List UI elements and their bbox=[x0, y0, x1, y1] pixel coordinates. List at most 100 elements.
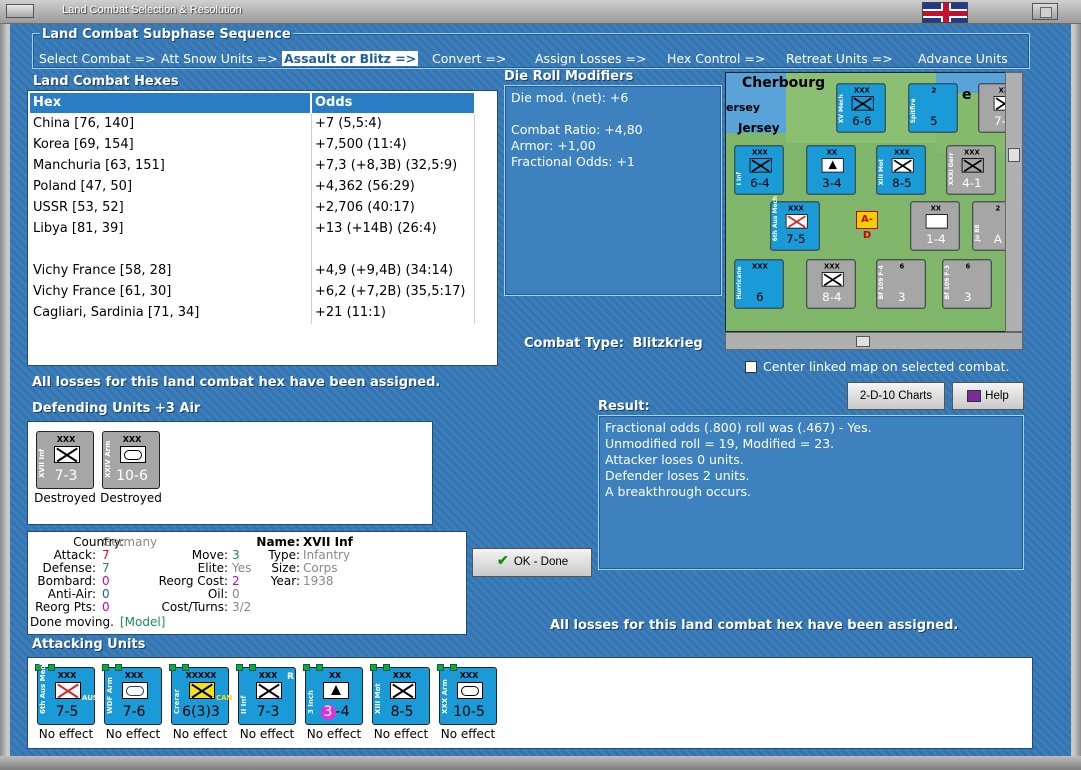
map-label: Cherbourg bbox=[742, 75, 826, 91]
defense-label: Defense: bbox=[42, 561, 96, 575]
linked-map[interactable]: Cherbourg ersey Jersey Lo e XXXXV Mech6-… bbox=[725, 72, 1023, 332]
subphase-title: Land Combat Subphase Sequence bbox=[40, 27, 293, 42]
map-counter[interactable]: XXX XV Mech 6-6 bbox=[836, 83, 886, 133]
attacking-units-box: XXX 6th Aus Mech AUS 7-5 No effect XXX W… bbox=[27, 657, 1033, 749]
subphase-steps: Select Combat => Att Snow Units => Assau… bbox=[36, 51, 1030, 67]
map-vertical-scroll-thumb[interactable] bbox=[1008, 148, 1020, 162]
step-assign-losses[interactable]: Assign Losses => bbox=[535, 51, 646, 66]
result-line: A breakthrough occurs. bbox=[605, 484, 751, 499]
defending-unit-counter[interactable]: XXX XVII Inf 7-3 bbox=[36, 431, 94, 489]
attacking-unit-status: No effect bbox=[105, 727, 161, 741]
drm-line: Armor: +1,00 bbox=[511, 138, 596, 153]
model-link[interactable]: [Model] bbox=[120, 615, 165, 629]
result-line: Fractional odds (.800) roll was (.467) -… bbox=[605, 420, 872, 435]
land-combat-hexes-title: Land Combat Hexes bbox=[33, 74, 179, 89]
center-linked-map-checkbox[interactable] bbox=[745, 361, 757, 373]
step-att-snow-units[interactable]: Att Snow Units => bbox=[161, 51, 278, 66]
done-moving-label: Done moving. bbox=[30, 615, 114, 629]
defending-units-title: Defending Units +3 Air bbox=[32, 401, 201, 416]
attacking-unit-counter[interactable]: XXX XIII Mot 8-5 bbox=[370, 664, 430, 725]
help-book-icon bbox=[967, 389, 982, 402]
attacking-unit-status: No effect bbox=[373, 727, 429, 741]
step-assault-or-blitz[interactable]: Assault or Blitz => bbox=[282, 51, 419, 66]
defending-unit-counter[interactable]: XXX XXIV Arm 10-6 bbox=[102, 431, 160, 489]
col-header-odds[interactable]: Odds bbox=[312, 93, 475, 113]
attacking-unit-counter[interactable]: XXXXX Crerar CAN 6(3)3 bbox=[169, 664, 232, 725]
step-convert[interactable]: Convert => bbox=[432, 51, 506, 66]
elite-label: Elite: bbox=[197, 561, 228, 575]
year-value: 1938 bbox=[303, 574, 334, 588]
attacking-unit-counter[interactable]: XXX XXX Arm 10-5 bbox=[437, 664, 497, 725]
step-select-combat[interactable]: Select Combat => bbox=[39, 51, 156, 66]
title-bar[interactable]: Land Combat Selection & Resolution bbox=[0, 0, 1081, 24]
attacking-unit-status: No effect bbox=[239, 727, 295, 741]
land-combat-hexes-table[interactable]: Hex Odds China [76, 140] +7 (5,5:4) Korea… bbox=[27, 90, 498, 366]
window-menu-icon[interactable] bbox=[6, 4, 34, 18]
reorg-cost-value: 2 bbox=[232, 574, 240, 588]
step-retreat-units[interactable]: Retreat Units => bbox=[786, 51, 893, 66]
checkmark-icon: ✔ bbox=[496, 552, 509, 568]
step-hex-control[interactable]: Hex Control => bbox=[667, 51, 765, 66]
year-label: Year: bbox=[270, 574, 300, 588]
map-horizontal-scrollbar[interactable] bbox=[725, 332, 1023, 350]
ok-done-button[interactable]: ✔ OK - Done bbox=[472, 548, 592, 577]
name-value: XVII Inf bbox=[303, 535, 353, 549]
center-linked-map-label: Center linked map on selected combat. bbox=[763, 359, 1010, 374]
left-border bbox=[0, 24, 8, 759]
defending-unit-status: Destroyed bbox=[100, 491, 162, 505]
cost-turns-value: 3/2 bbox=[232, 600, 252, 614]
combat-type: Combat Type: Blitzkrieg bbox=[524, 336, 703, 351]
combat-type-value: Blitzkrieg bbox=[632, 336, 703, 351]
step-advance-units[interactable]: Advance Units bbox=[918, 51, 1008, 66]
strength-circle: 3 bbox=[320, 705, 336, 720]
map-counter[interactable]: XXX XXXI Gerr 4-1 bbox=[946, 145, 996, 195]
map-horizontal-scroll-thumb[interactable] bbox=[856, 336, 870, 347]
map-counter[interactable]: 6 Bf 109 F-3 3 bbox=[942, 259, 992, 309]
attacking-unit-counter[interactable]: XX 3 Inch 3 -4 bbox=[303, 664, 363, 725]
combat-marker[interactable]: A-D bbox=[856, 211, 878, 241]
drm-line: Combat Ratio: +4,80 bbox=[511, 122, 643, 137]
map-counter[interactable]: XXX I Inf 6-4 bbox=[734, 145, 784, 195]
map-counter[interactable]: XXX 8-4 bbox=[806, 259, 856, 309]
result-line: Defender loses 2 units. bbox=[605, 468, 750, 483]
drm-line: Fractional Odds: +1 bbox=[511, 154, 635, 169]
type-value: Infantry bbox=[303, 548, 351, 562]
map-counter[interactable]: 6 Bf 109 F-4 3 bbox=[876, 259, 926, 309]
map-counter[interactable]: 2 Spitfire 5 bbox=[908, 83, 958, 133]
help-button[interactable]: Help bbox=[952, 382, 1024, 410]
result-line: Unmodified roll = 19, Modified = 23. bbox=[605, 436, 835, 451]
result-title: Result: bbox=[598, 399, 650, 414]
uk-flag-icon bbox=[922, 2, 968, 23]
result-box: Fractional odds (.800) roll was (.467) -… bbox=[598, 415, 1024, 570]
attacking-unit-counter[interactable]: XXX 6th Aus Mech AUS 7-5 bbox=[35, 661, 98, 725]
attacking-unit-counter[interactable]: XXX WDF Arm 7-6 bbox=[102, 664, 162, 725]
oil-label: Oil: bbox=[207, 587, 228, 601]
move-value: 3 bbox=[232, 548, 240, 562]
attacking-unit-status: No effect bbox=[440, 727, 496, 741]
map-counter[interactable]: XXX Hurricane 6 bbox=[734, 259, 784, 309]
attacking-unit-status: No effect bbox=[172, 727, 228, 741]
map-counter[interactable]: XXX 6th Aus Mech 7-5 bbox=[770, 196, 820, 251]
attack-label: Attack: bbox=[53, 548, 96, 562]
map-vertical-scrollbar[interactable] bbox=[1005, 72, 1023, 332]
attack-value: 7 bbox=[102, 548, 110, 562]
map-counter[interactable]: XX 1-4 bbox=[910, 201, 960, 251]
window-title: Land Combat Selection & Resolution bbox=[62, 4, 242, 16]
losses-assigned-message: All losses for this land combat hex have… bbox=[32, 375, 441, 390]
col-header-hex[interactable]: Hex bbox=[30, 93, 311, 113]
right-border bbox=[1073, 24, 1081, 759]
die-roll-modifiers-title: Die Roll Modifiers bbox=[504, 69, 634, 84]
restore-window-button[interactable] bbox=[1032, 3, 1058, 20]
bombard-value: 0 bbox=[102, 574, 110, 588]
size-value: Corps bbox=[303, 561, 338, 575]
combat-type-label: Combat Type: bbox=[524, 336, 624, 351]
country-value: Germany bbox=[102, 535, 158, 549]
map-counter[interactable]: XX 3-4 bbox=[806, 145, 856, 195]
charts-button[interactable]: 2-D-10 Charts bbox=[847, 382, 945, 410]
attacking-units-title: Attacking Units bbox=[32, 637, 146, 652]
map-counter[interactable]: XXX XIII Mot 8-5 bbox=[876, 145, 926, 195]
attacking-unit-counter[interactable]: XXX II Inf R 7-3 bbox=[236, 664, 296, 725]
reorg-pts-label: Reorg Pts: bbox=[35, 600, 96, 614]
die-roll-modifiers-box: Die mod. (net): +6 Combat Ratio: +4,80 A… bbox=[504, 85, 722, 296]
drm-line: Die mod. (net): +6 bbox=[511, 90, 629, 105]
